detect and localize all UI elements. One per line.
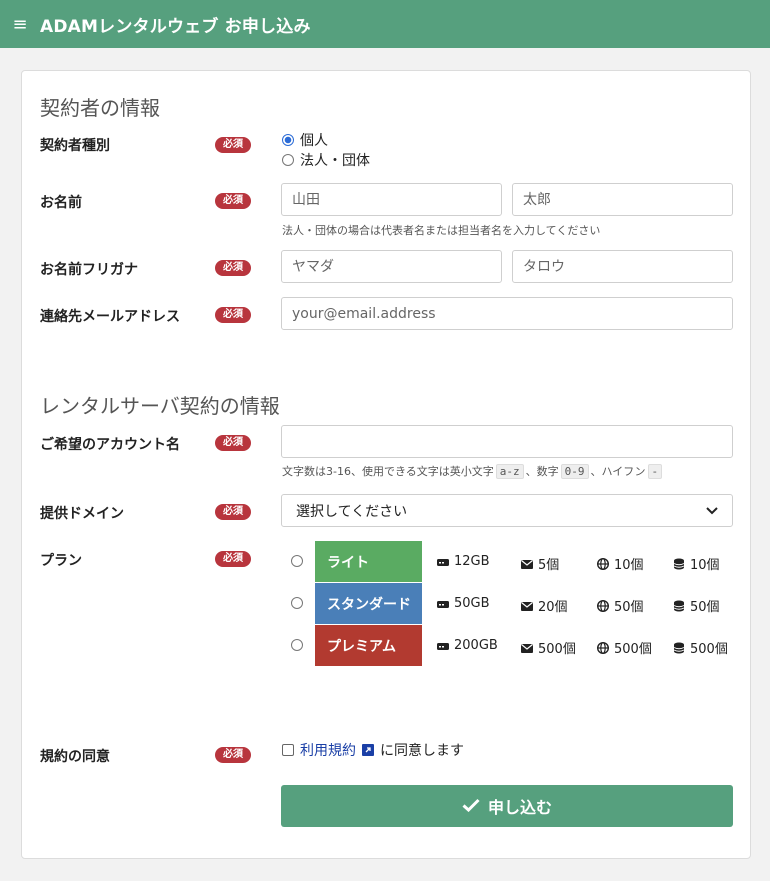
- last-name-kana-input[interactable]: [281, 250, 502, 283]
- terms-checkbox[interactable]: [282, 744, 294, 756]
- plan-radio[interactable]: [291, 639, 303, 651]
- database-icon: [672, 642, 686, 654]
- plan-spec-mail: 20個: [520, 596, 568, 615]
- hard-drive-icon: [436, 640, 450, 652]
- account-name-input[interactable]: [281, 425, 733, 458]
- chevron-down-icon: [706, 503, 718, 519]
- database-icon: [672, 558, 686, 570]
- required-badge: 必須: [215, 137, 251, 153]
- required-badge: 必須: [215, 551, 251, 567]
- envelope-icon: [520, 600, 534, 612]
- plan-name[interactable]: プレミアム: [315, 625, 422, 666]
- plan-radio[interactable]: [291, 597, 303, 609]
- plan-name[interactable]: スタンダード: [315, 583, 422, 624]
- required-badge: 必須: [215, 307, 251, 323]
- radio-button[interactable]: [282, 134, 294, 146]
- submit-button[interactable]: 申し込む: [281, 785, 733, 827]
- first-name-kana-input[interactable]: [512, 250, 733, 283]
- required-badge: 必須: [215, 193, 251, 209]
- terms-agreement: 利用規約 に同意します: [282, 740, 464, 760]
- last-name-input[interactable]: [281, 183, 502, 216]
- plan-spec-value: 5個: [538, 558, 560, 573]
- plan-spec-disk: 200GB: [436, 638, 498, 653]
- plan-spec-mail: 5個: [520, 554, 559, 573]
- email-label: 連絡先メールアドレス: [40, 309, 180, 325]
- account-help-text: 文字数は3-16、使用できる文字は英小文字 a-z 、数字 0-9 、ハイフン …: [282, 463, 663, 479]
- code-lowercase: a-z: [495, 463, 524, 479]
- plan-spec-db: 10個: [672, 554, 720, 573]
- plan-spec-value: 50個: [614, 600, 644, 615]
- plan-spec-db: 500個: [672, 638, 728, 657]
- hard-drive-icon: [436, 556, 450, 568]
- plan-spec-value: 20個: [538, 600, 568, 615]
- radio-button[interactable]: [282, 154, 294, 166]
- plan-spec-value: 12GB: [454, 554, 490, 569]
- globe-icon: [596, 557, 610, 570]
- plan-spec-web: 10個: [596, 554, 644, 573]
- terms-label: 規約の同意: [40, 749, 110, 765]
- plan-spec-value: 10個: [614, 558, 644, 573]
- plan-spec-value: 50GB: [454, 596, 490, 611]
- section-title-server: レンタルサーバ契約の情報: [40, 394, 280, 418]
- email-input[interactable]: [281, 297, 733, 330]
- domain-select[interactable]: 選択してください: [281, 494, 733, 527]
- radio-corporation[interactable]: 法人・団体: [282, 150, 370, 170]
- plan-radio[interactable]: [291, 555, 303, 567]
- first-name-input[interactable]: [512, 183, 733, 216]
- plan-spec-web: 50個: [596, 596, 644, 615]
- name-help-text: 法人・団体の場合は代表者名または担当者名を入力してください: [282, 224, 601, 237]
- section-title-contractor: 契約者の情報: [40, 96, 160, 120]
- plan-label: プラン: [40, 553, 82, 569]
- database-icon: [672, 600, 686, 612]
- plan-spec-mail: 500個: [520, 638, 576, 657]
- name-label: お名前: [40, 195, 82, 211]
- required-badge: 必須: [215, 747, 251, 763]
- domain-label: 提供ドメイン: [40, 506, 124, 522]
- code-digits: 0-9: [560, 463, 589, 479]
- globe-icon: [596, 641, 610, 654]
- plan-spec-value: 500個: [690, 642, 728, 657]
- code-hyphen: -: [647, 463, 663, 479]
- plan-name[interactable]: ライト: [315, 541, 422, 582]
- plan-spec-disk: 50GB: [436, 596, 490, 611]
- plan-spec-disk: 12GB: [436, 554, 490, 569]
- external-link-icon[interactable]: [362, 744, 374, 756]
- plan-spec-value: 500個: [538, 642, 576, 657]
- plan-spec-value: 50個: [690, 600, 720, 615]
- plan-spec-value: 200GB: [454, 638, 498, 653]
- envelope-icon: [520, 642, 534, 654]
- account-name-label: ご希望のアカウント名: [40, 437, 180, 453]
- plan-spec-web: 500個: [596, 638, 652, 657]
- globe-icon: [596, 599, 610, 612]
- required-badge: 必須: [215, 504, 251, 520]
- plan-spec-value: 500個: [614, 642, 652, 657]
- check-icon: [462, 797, 480, 816]
- plan-spec-value: 10個: [690, 558, 720, 573]
- form-card: 契約者の情報 契約者種別 必須 個人 法人・団体 お名前 必須 法人・団体の場合…: [21, 70, 751, 859]
- hamburger-menu-icon[interactable]: ≡: [0, 14, 40, 35]
- page-title: ADAMレンタルウェブ お申し込み: [40, 16, 311, 37]
- required-badge: 必須: [215, 260, 251, 276]
- plan-spec-db: 50個: [672, 596, 720, 615]
- required-badge: 必須: [215, 435, 251, 451]
- hard-drive-icon: [436, 598, 450, 610]
- envelope-icon: [520, 558, 534, 570]
- radio-individual[interactable]: 個人: [282, 130, 328, 150]
- contractor-type-label: 契約者種別: [40, 138, 110, 154]
- name-kana-label: お名前フリガナ: [40, 262, 138, 278]
- top-bar: ≡ ADAMレンタルウェブ お申し込み: [0, 0, 770, 48]
- terms-link[interactable]: 利用規約: [300, 740, 356, 760]
